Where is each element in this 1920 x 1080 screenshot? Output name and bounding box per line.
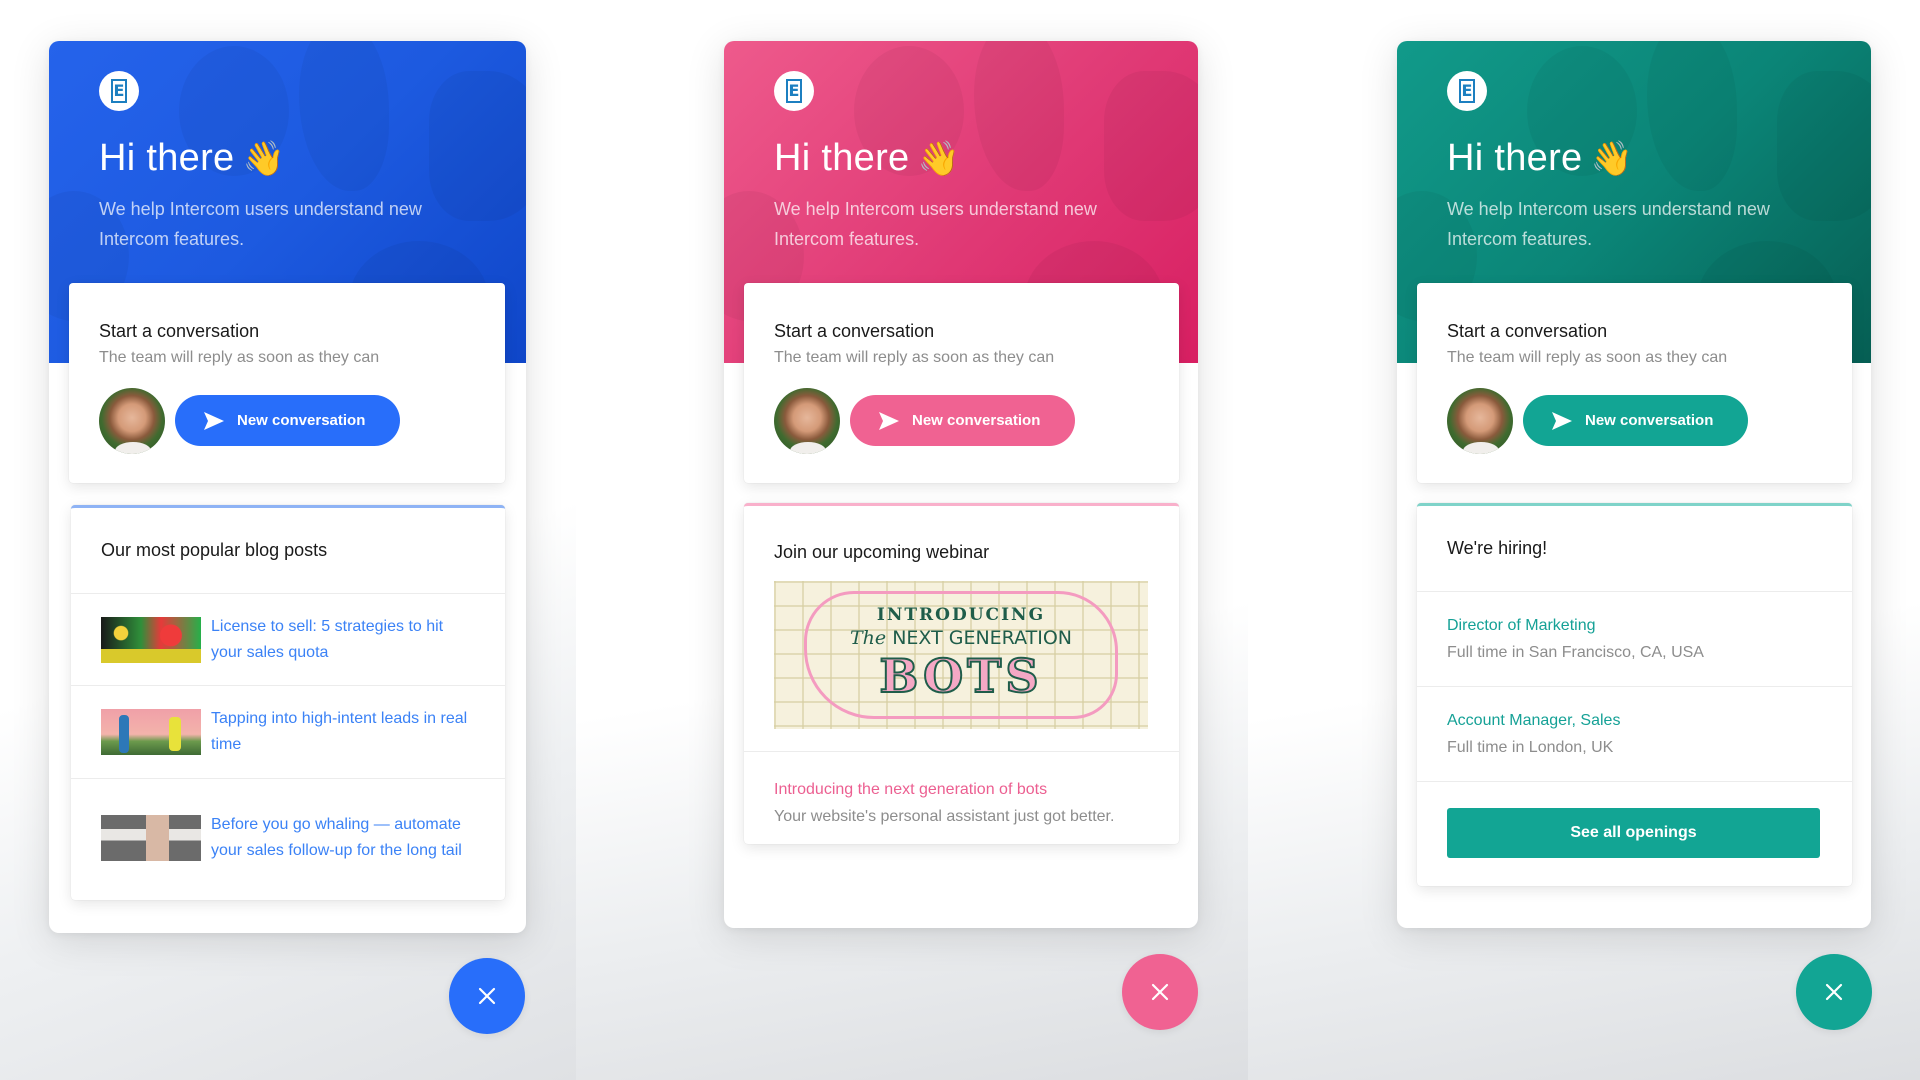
app-card-title: We're hiring! [1417, 506, 1852, 592]
conversation-subtitle: The team will reply as soon as they can [1447, 349, 1728, 366]
banner-next-generation: NEXT GENERATION [892, 627, 1073, 649]
close-icon [478, 987, 496, 1005]
banner-script-the: The [849, 627, 887, 649]
banner-line-3: BOTS [774, 648, 1148, 704]
new-conversation-label: New conversation [237, 412, 366, 429]
close-messenger-button[interactable] [1796, 954, 1872, 1030]
webinar-link[interactable]: Introducing the next generation of bots [774, 776, 1149, 803]
new-conversation-button[interactable]: New conversation [1523, 395, 1748, 446]
greeting-text: Hi there [99, 137, 235, 179]
messenger-teal: E Hi there 👋 We help Intercom users under… [1397, 41, 1871, 928]
app-card-title: Our most popular blog posts [71, 508, 505, 594]
teammate-avatar [774, 388, 840, 454]
intro-text: We help Intercom users understand new In… [1447, 199, 1770, 249]
company-logo: E [99, 71, 139, 111]
blog-post-item[interactable]: Before you go whaling — automate your sa… [71, 779, 505, 896]
teammate-avatar [99, 388, 165, 454]
teammate-avatar [1447, 388, 1513, 454]
job-location: Full time in San Francisco, CA, USA [1447, 644, 1704, 661]
start-conversation-card: Start a conversation The team will reply… [1417, 283, 1852, 483]
webinar-description: Your website's personal assistant just g… [774, 808, 1115, 825]
conversation-title: Start a conversation [774, 321, 935, 341]
waving-hand-icon: 👋 [917, 140, 961, 178]
logo-letter: E [786, 79, 802, 103]
webinar-card: Join our upcoming webinar INTRODUCING Th… [744, 503, 1179, 844]
blog-thumbnail [101, 616, 201, 663]
banner-bots: BOTS [878, 648, 1043, 704]
job-listing[interactable]: Account Manager, Sales Full time in Lond… [1417, 687, 1852, 782]
jobs-card: We're hiring! Director of Marketing Full… [1417, 503, 1852, 886]
greeting-text: Hi there [1447, 137, 1583, 179]
banner-line-1: INTRODUCING [876, 605, 1046, 625]
new-conversation-label: New conversation [912, 412, 1041, 429]
job-location: Full time in London, UK [1447, 739, 1614, 756]
greeting-heading: Hi there 👋 [1447, 137, 1633, 180]
company-logo: E [1447, 71, 1487, 111]
new-conversation-button[interactable]: New conversation [850, 395, 1075, 446]
app-card-title: Join our upcoming webinar [774, 542, 990, 562]
waving-hand-icon: 👋 [1590, 140, 1634, 178]
close-messenger-button[interactable] [449, 958, 525, 1034]
greeting-text: Hi there [774, 137, 910, 179]
greeting-heading: Hi there 👋 [99, 137, 285, 180]
job-title-link[interactable]: Director of Marketing [1447, 612, 1822, 639]
blog-post-link[interactable]: Before you go whaling — automate your sa… [211, 812, 475, 864]
new-conversation-label: New conversation [1585, 412, 1714, 429]
webinar-footer: Introducing the next generation of bots … [744, 751, 1179, 844]
waving-hand-icon: 👋 [242, 140, 286, 178]
messenger-blue: E Hi there 👋 We help Intercom users under… [49, 41, 526, 933]
blog-posts-card: Our most popular blog posts License to s… [71, 505, 505, 900]
blog-thumbnail [101, 709, 201, 755]
intro-text: We help Intercom users understand new In… [99, 199, 422, 249]
start-conversation-card: Start a conversation The team will reply… [69, 283, 505, 483]
logo-letter: E [111, 79, 127, 103]
messenger-pink: E Hi there 👋 We help Intercom users under… [724, 41, 1198, 928]
send-icon [879, 411, 899, 430]
send-icon [204, 411, 224, 430]
logo-letter: E [1459, 79, 1475, 103]
blog-post-item[interactable]: License to sell: 5 strategies to hit you… [71, 594, 505, 686]
greeting-heading: Hi there 👋 [774, 137, 960, 180]
start-conversation-card: Start a conversation The team will reply… [744, 283, 1179, 483]
see-all-openings-button[interactable]: See all openings [1447, 808, 1820, 858]
job-title-link[interactable]: Account Manager, Sales [1447, 707, 1822, 734]
new-conversation-button[interactable]: New conversation [175, 395, 400, 446]
close-icon [1151, 983, 1169, 1001]
company-logo: E [774, 71, 814, 111]
blog-post-link[interactable]: Tapping into high-intent leads in real t… [211, 706, 475, 758]
send-icon [1552, 411, 1572, 430]
webinar-banner-image[interactable]: INTRODUCING The NEXT GENERATION BOTS [774, 581, 1148, 729]
conversation-subtitle: The team will reply as soon as they can [774, 349, 1055, 366]
intro-text: We help Intercom users understand new In… [774, 199, 1097, 249]
blog-post-link[interactable]: License to sell: 5 strategies to hit you… [211, 614, 475, 666]
conversation-title: Start a conversation [99, 321, 260, 341]
conversation-title: Start a conversation [1447, 321, 1608, 341]
blog-post-item[interactable]: Tapping into high-intent leads in real t… [71, 686, 505, 779]
job-listing[interactable]: Director of Marketing Full time in San F… [1417, 592, 1852, 687]
banner-line-2: The NEXT GENERATION [774, 627, 1148, 649]
close-messenger-button[interactable] [1122, 954, 1198, 1030]
close-icon [1825, 983, 1843, 1001]
blog-thumbnail [101, 814, 201, 861]
conversation-subtitle: The team will reply as soon as they can [99, 349, 380, 366]
